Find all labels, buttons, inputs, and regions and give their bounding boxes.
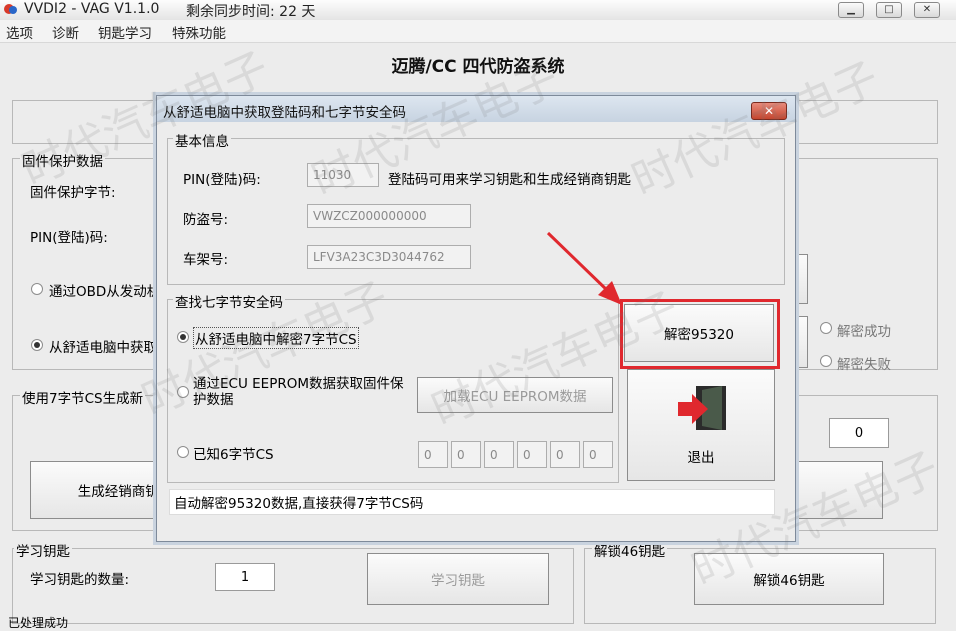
page-title: 迈腾/CC 四代防盗系统 [391,57,565,77]
radio-decrypt-fail [820,355,832,367]
cs-byte-5[interactable]: 0 [550,441,580,468]
radio-comfort[interactable] [31,339,43,351]
radio-comfort-label: 从舒适电脑中获取 [49,340,157,356]
basic-info-title: 基本信息 [173,130,231,150]
dialog-pin-label: PIN(登陆)码: [183,172,261,188]
close-window-button[interactable]: ✕ [914,2,940,18]
menu-diagnose[interactable]: 诊断 [52,22,79,42]
immo-value-field[interactable]: VWZCZ000000000 [307,204,471,228]
vin-label: 车架号: [183,252,229,268]
vin-value-field[interactable]: LFV3A23C3D3044762 [307,245,471,269]
exit-door-icon [678,386,726,430]
decrypt-fail-label: 解密失败 [837,357,891,373]
menu-key-learn[interactable]: 钥匙学习 [98,22,152,42]
radio-obd[interactable] [31,283,43,295]
basic-info-group [167,138,785,285]
close-icon: ✕ [922,4,932,15]
learn-key-group-title: 学习钥匙 [14,540,72,560]
pin-label: PIN(登陆)码: [30,230,108,246]
maximize-icon: □ [884,4,894,15]
learn-count-label: 学习钥匙的数量: [30,572,130,588]
annotation-arrow-icon [546,231,622,305]
menu-options[interactable]: 选项 [6,22,33,42]
minimize-icon: ▁ [847,4,855,15]
menu-bar: 选项 诊断 钥匙学习 特殊功能 [0,20,956,43]
radio-known-cs-label: 已知6字节CS [193,447,274,463]
pin-note: 登陆码可用来学习钥匙和生成经销商钥匙 [388,172,631,188]
firmware-protect-group-title: 固件保护数据 [20,150,105,170]
load-eeprom-button[interactable]: 加载ECU EEPROM数据 [417,377,613,413]
exit-button[interactable]: 退出 [627,369,775,481]
window-title: VVDI2 - VAG V1.1.0 [24,1,160,17]
sync-remaining-label: 剩余同步时间: 22 天 [186,4,316,20]
close-icon: ✕ [763,104,775,118]
get-pin-cs-dialog: 从舒适电脑中获取登陆码和七字节安全码 ✕ 基本信息 PIN(登陆)码: 1103… [156,95,796,542]
unlock-46-key-button[interactable]: 解锁46钥匙 [694,553,884,605]
learn-key-button[interactable]: 学习钥匙 [367,553,549,605]
dialog-title: 从舒适电脑中获取登陆码和七字节安全码 [163,105,406,121]
learn-count-input[interactable]: 1 [215,563,275,591]
dialog-close-button[interactable]: ✕ [751,102,787,120]
pin-value-field[interactable]: 11030 [307,163,379,187]
radio-eeprom-label: 通过ECU EEPROM数据获取固件保护数据 [193,376,404,408]
app-logo-icon [4,4,17,14]
cs-search-title: 查找七字节安全码 [173,291,285,311]
unlock-key-group-title: 解锁46钥匙 [592,540,668,560]
cs-byte-1[interactable]: 0 [418,441,448,468]
cs-byte-4[interactable]: 0 [517,441,547,468]
radio-obd-label: 通过OBD从发动机 [49,284,161,300]
radio-decrypt-comfort-label: 从舒适电脑中解密7字节CS [193,327,359,349]
generate-key-group-title: 使用7字节CS生成新 [20,387,146,407]
cs-byte-6[interactable]: 0 [583,441,613,468]
decrypt-success-label: 解密成功 [837,324,891,340]
menu-special[interactable]: 特殊功能 [172,22,226,42]
dialog-status-text: 自动解密95320数据,直接获得7字节CS码 [169,489,775,515]
dialog-title-bar: 从舒适电脑中获取登陆码和七字节安全码 ✕ [157,96,795,122]
count-box[interactable]: 0 [829,418,889,448]
radio-known-cs[interactable] [177,446,189,458]
maximize-button[interactable]: □ [876,2,902,18]
title-bar: VVDI2 - VAG V1.1.0 剩余同步时间: 22 天 ▁ □ ✕ [0,0,956,20]
bottom-status-text: 已处理成功 [8,616,69,630]
radio-eeprom[interactable] [177,386,189,398]
cs-byte-2[interactable]: 0 [451,441,481,468]
immo-label: 防盗号: [183,212,229,228]
radio-decrypt-success [820,322,832,334]
protect-bytes-label: 固件保护字节: [30,185,116,201]
highlight-frame [620,299,780,369]
radio-decrypt-comfort[interactable] [177,331,189,343]
cs-byte-3[interactable]: 0 [484,441,514,468]
minimize-button[interactable]: ▁ [838,2,864,18]
